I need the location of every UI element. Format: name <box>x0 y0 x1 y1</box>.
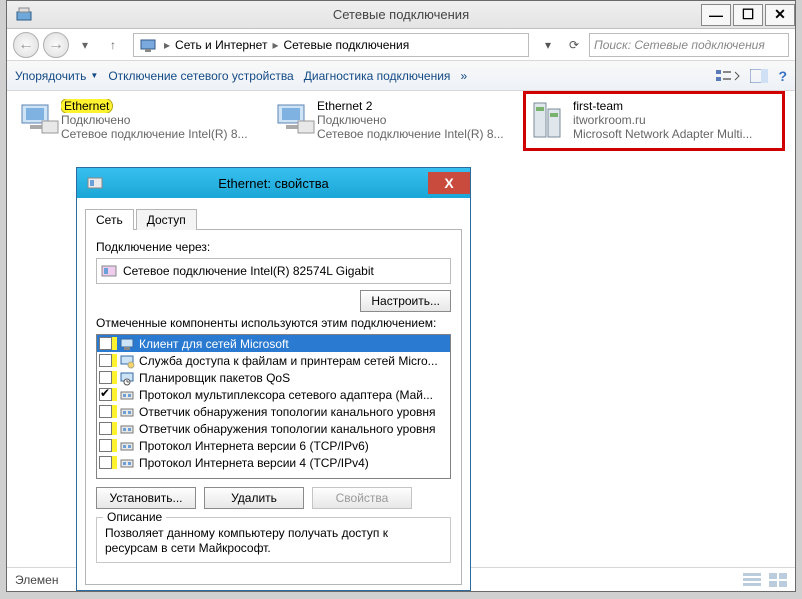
search-input[interactable]: Поиск: Сетевые подключения <box>589 33 789 57</box>
connection-item-ethernet[interactable]: Ethernet Подключено Сетевое подключение … <box>17 99 272 151</box>
component-row[interactable]: Протокол Интернета версии 4 (TCP/IPv4) <box>97 454 450 471</box>
configure-button[interactable]: Настроить... <box>360 290 451 312</box>
checkbox-highlight <box>99 337 117 350</box>
component-label: Ответчик обнаружения топологии канальног… <box>139 422 436 436</box>
nav-up-button[interactable]: ↑ <box>101 33 125 57</box>
component-row[interactable]: Ответчик обнаружения топологии канальног… <box>97 403 450 420</box>
window-title: Сетевые подключения <box>7 7 795 22</box>
explorer-titlebar[interactable]: Сетевые подключения — ☐ ✕ <box>7 1 795 29</box>
component-row[interactable]: Планировщик пакетов QoS <box>97 369 450 386</box>
component-label: Протокол Интернета версии 4 (TCP/IPv4) <box>139 456 369 470</box>
description-legend: Описание <box>103 510 166 524</box>
preview-pane-button[interactable] <box>750 69 768 83</box>
nav-history-dropdown[interactable]: ▾ <box>73 33 97 57</box>
client-icon <box>119 336 135 352</box>
checkbox-highlight <box>99 354 117 367</box>
crumb-separator-icon: ▸ <box>270 38 280 52</box>
description-group: Описание Позволяет данному компьютеру по… <box>96 517 451 563</box>
address-bar-row: ← → ▾ ↑ ▸ Сеть и Интернет ▸ Сетевые подк… <box>7 29 795 61</box>
proto-icon <box>119 455 135 471</box>
properties-button[interactable]: Свойства <box>312 487 412 509</box>
component-label: Планировщик пакетов QoS <box>139 371 290 385</box>
connection-adapter: Сетевое подключение Intel(R) 8... <box>61 127 268 141</box>
component-row[interactable]: Клиент для сетей Microsoft <box>97 335 450 352</box>
properties-title: Ethernet: свойства <box>77 176 470 191</box>
component-label: Служба доступа к файлам и принтерам сете… <box>139 354 438 368</box>
tab-network[interactable]: Сеть <box>85 209 134 230</box>
connection-name-highlight: Ethernet <box>61 99 112 113</box>
address-dropdown-button[interactable]: ▾ <box>537 34 559 56</box>
proto-icon <box>119 438 135 454</box>
breadcrumb-bar[interactable]: ▸ Сеть и Интернет ▸ Сетевые подключения <box>133 33 529 57</box>
crumb-separator-icon: ▸ <box>162 38 172 52</box>
connect-via-label: Подключение через: <box>96 240 451 254</box>
tab-network-panel: Подключение через: Сетевое подключение I… <box>85 230 462 585</box>
crumb-network-connections[interactable]: Сетевые подключения <box>280 38 412 52</box>
components-caption: Отмеченные компоненты используются этим … <box>96 316 451 330</box>
annotation-red-box <box>523 91 785 151</box>
adapter-display: Сетевое подключение Intel(R) 82574L Giga… <box>96 258 451 284</box>
description-text: Позволяет данному компьютеру получать до… <box>105 526 442 556</box>
overflow-menu[interactable]: » <box>460 69 467 83</box>
component-checkbox[interactable] <box>99 354 112 367</box>
connection-status: Подключено <box>317 113 524 127</box>
component-checkbox[interactable] <box>99 456 112 469</box>
component-row[interactable]: Протокол мультиплексора сетевого адаптер… <box>97 386 450 403</box>
refresh-button[interactable]: ⟳ <box>563 34 585 56</box>
help-button[interactable]: ? <box>778 68 787 84</box>
checkbox-highlight <box>99 422 117 435</box>
component-checkbox[interactable] <box>99 439 112 452</box>
crumb-network-internet[interactable]: Сеть и Интернет <box>172 38 270 52</box>
disable-device-button[interactable]: Отключение сетевого устройства <box>108 69 293 83</box>
checkbox-highlight <box>99 456 117 469</box>
properties-tabstrip: Сеть Доступ <box>85 208 462 230</box>
checkbox-highlight <box>99 371 117 384</box>
component-checkbox[interactable] <box>99 405 112 418</box>
share-icon <box>119 353 135 369</box>
uninstall-button[interactable]: Удалить <box>204 487 304 509</box>
network-adapter-icon <box>273 99 317 143</box>
proto-icon <box>119 421 135 437</box>
network-icon <box>138 35 158 55</box>
component-checkbox[interactable] <box>99 371 112 384</box>
view-details-button[interactable] <box>743 573 761 587</box>
nav-forward-button[interactable]: → <box>43 32 69 58</box>
proto-icon <box>119 387 135 403</box>
component-label: Клиент для сетей Microsoft <box>139 337 289 351</box>
checkbox-highlight <box>99 388 117 401</box>
connection-name: Ethernet 2 <box>317 99 524 113</box>
component-label: Ответчик обнаружения топологии канальног… <box>139 405 436 419</box>
connection-item-ethernet2[interactable]: Ethernet 2 Подключено Сетевое подключени… <box>273 99 528 151</box>
view-large-icons-button[interactable] <box>769 573 787 587</box>
component-row[interactable]: Служба доступа к файлам и принтерам сете… <box>97 352 450 369</box>
sched-icon <box>119 370 135 386</box>
component-checkbox[interactable] <box>99 388 112 401</box>
install-button[interactable]: Установить... <box>96 487 196 509</box>
diagnose-connection-button[interactable]: Диагностика подключения <box>304 69 451 83</box>
properties-titlebar[interactable]: Ethernet: свойства X <box>77 168 470 198</box>
connection-adapter: Сетевое подключение Intel(R) 8... <box>317 127 524 141</box>
organize-menu[interactable]: Упорядочить▼ <box>15 69 98 83</box>
component-label: Протокол мультиплексора сетевого адаптер… <box>139 388 433 402</box>
ethernet-properties-dialog: Ethernet: свойства X Сеть Доступ Подключ… <box>76 167 471 591</box>
component-checkbox[interactable] <box>99 422 112 435</box>
component-checkbox[interactable] <box>99 337 112 350</box>
components-list[interactable]: Клиент для сетей Microsoft Служба доступа… <box>96 334 451 479</box>
explorer-toolbar: Упорядочить▼ Отключение сетевого устройс… <box>7 61 795 91</box>
nav-back-button[interactable]: ← <box>13 32 39 58</box>
network-adapter-icon <box>17 99 61 143</box>
component-row[interactable]: Ответчик обнаружения топологии канальног… <box>97 420 450 437</box>
view-options-button[interactable] <box>716 68 740 84</box>
proto-icon <box>119 404 135 420</box>
checkbox-highlight <box>99 405 117 418</box>
component-label: Протокол Интернета версии 6 (TCP/IPv6) <box>139 439 369 453</box>
adapter-name: Сетевое подключение Intel(R) 82574L Giga… <box>123 264 374 278</box>
checkbox-highlight <box>99 439 117 452</box>
nic-small-icon <box>101 263 117 279</box>
connection-status: Подключено <box>61 113 268 127</box>
statusbar-text: Элемен <box>15 573 58 587</box>
component-row[interactable]: Протокол Интернета версии 6 (TCP/IPv6) <box>97 437 450 454</box>
tab-access[interactable]: Доступ <box>136 209 197 230</box>
